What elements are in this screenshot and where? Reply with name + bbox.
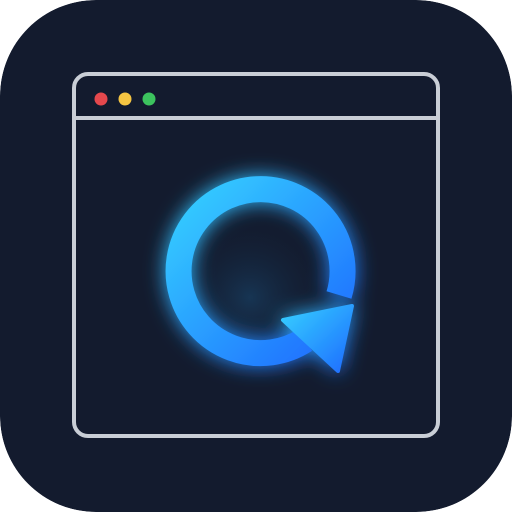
browser-refresh-artwork (0, 0, 512, 512)
app-icon[interactable] (0, 0, 512, 512)
window-minimize-dot (118, 92, 132, 106)
window-close-dot (94, 92, 108, 106)
window-maximize-dot (142, 92, 156, 106)
